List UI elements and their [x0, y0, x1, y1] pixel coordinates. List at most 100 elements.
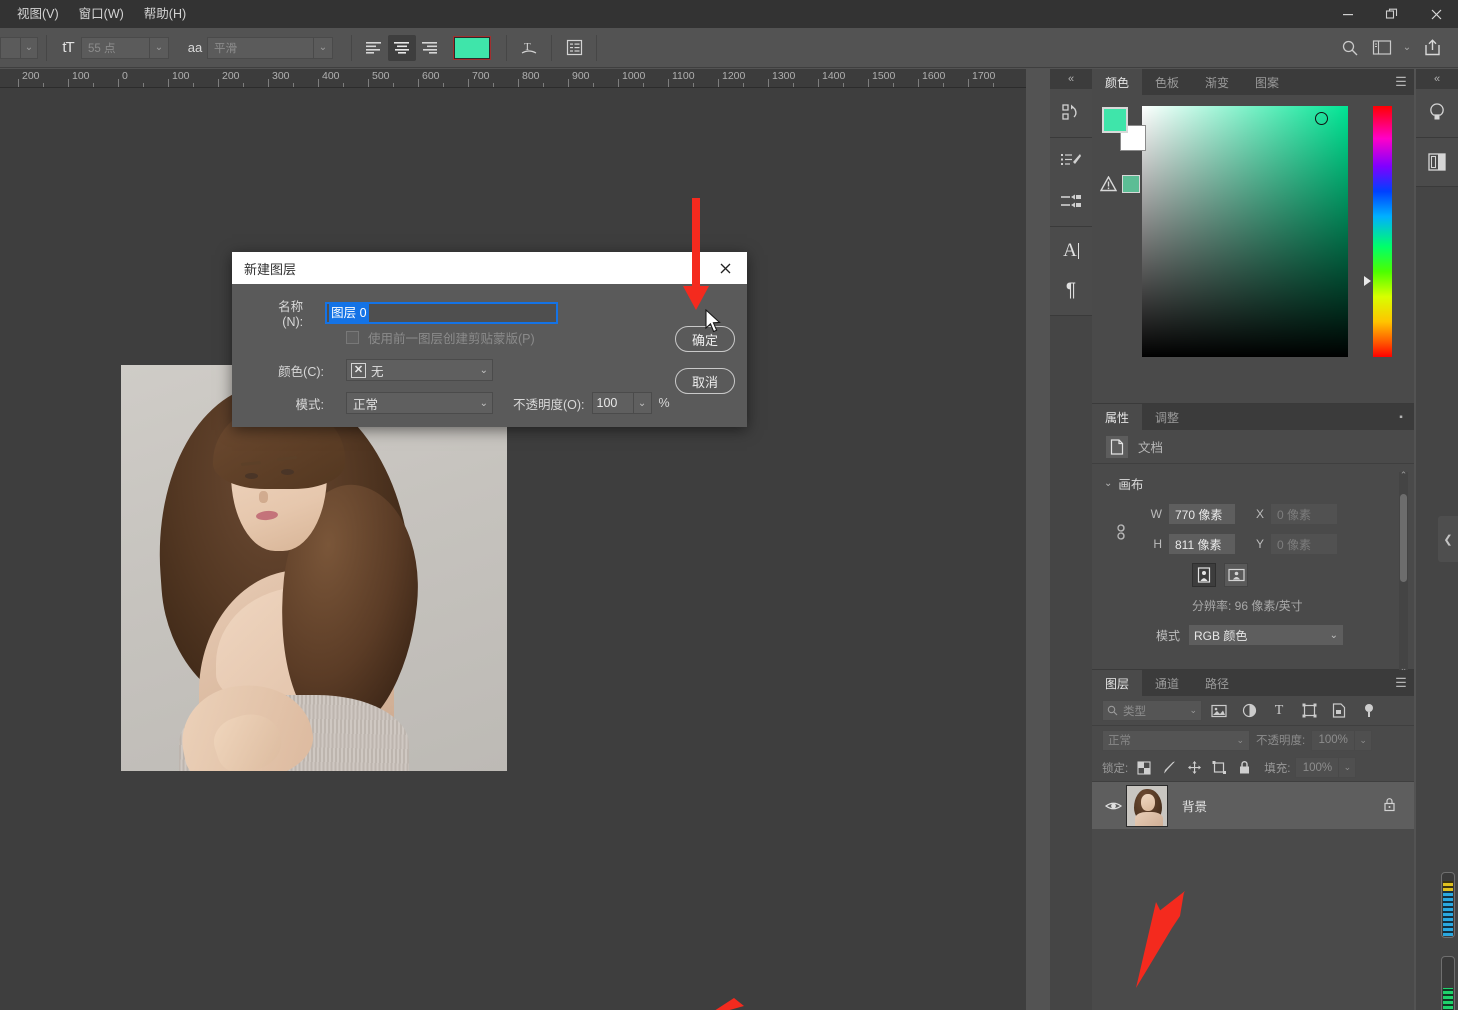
layer-locked-icon[interactable]	[1383, 797, 1396, 815]
libraries-icon[interactable]	[1416, 142, 1458, 182]
layer-blend-mode-select[interactable]: 正常 ⌄	[1102, 730, 1250, 751]
tab-layers[interactable]: 图层	[1092, 670, 1142, 696]
in-gamut-swatch[interactable]	[1122, 175, 1140, 193]
chevron-down-icon[interactable]: ⌄	[20, 37, 38, 59]
search-icon[interactable]	[1336, 35, 1364, 61]
tab-adjustments[interactable]: 调整	[1142, 404, 1192, 430]
chevron-down-icon[interactable]: ⌄	[313, 37, 333, 59]
landscape-orientation-button[interactable]	[1224, 563, 1248, 587]
align-center-button[interactable]	[388, 35, 416, 61]
chevron-down-icon[interactable]: ⌄	[149, 37, 169, 59]
layer-filter-select[interactable]: 类型 ⌄	[1102, 700, 1202, 721]
antialias-combo[interactable]: 平滑 ⌄	[207, 37, 333, 59]
canvas-section-header[interactable]: ⌄ 画布	[1092, 474, 1414, 493]
canvas-area[interactable]	[0, 88, 1026, 1010]
collapse-panels-icon[interactable]: «	[1050, 69, 1092, 89]
filter-shape-icon[interactable]	[1296, 700, 1322, 722]
panel-menu-icon[interactable]: ▪	[1388, 404, 1414, 430]
minimize-button[interactable]	[1326, 0, 1370, 28]
portrait-orientation-button[interactable]	[1192, 563, 1216, 587]
hue-slider-handle[interactable]	[1364, 276, 1371, 286]
menu-view[interactable]: 视图(V)	[8, 3, 68, 25]
tab-gradients[interactable]: 渐变	[1192, 69, 1242, 95]
ok-button[interactable]: 确定	[675, 326, 735, 352]
workspace-icon[interactable]	[1368, 35, 1396, 61]
layer-list-empty-area[interactable]	[1092, 830, 1414, 940]
filter-type-icon[interactable]: T	[1266, 700, 1292, 722]
character-panel-icon[interactable]: A	[1050, 231, 1092, 271]
color-field[interactable]	[1142, 106, 1348, 357]
lock-image-icon[interactable]	[1158, 757, 1180, 779]
close-icon[interactable]	[709, 254, 741, 282]
eye-icon[interactable]	[1100, 800, 1126, 812]
filter-pixel-icon[interactable]	[1206, 700, 1232, 722]
ok-button-label: 确定	[692, 330, 718, 349]
filter-adjustment-icon[interactable]	[1236, 700, 1262, 722]
tab-properties[interactable]: 属性	[1092, 404, 1142, 430]
font-style-combo[interactable]: ⌄	[0, 37, 38, 59]
color-mode-select[interactable]: RGB 颜色 ⌄	[1188, 624, 1344, 646]
lock-all-icon[interactable]	[1233, 757, 1255, 779]
text-color-swatch[interactable]	[454, 37, 490, 59]
clipping-mask-checkbox[interactable]	[346, 331, 359, 344]
blend-mode-select[interactable]: 正常 ⌄	[346, 392, 493, 414]
cancel-button[interactable]: 取消	[675, 368, 735, 394]
tab-swatches[interactable]: 色板	[1142, 69, 1192, 95]
chevron-down-icon[interactable]: ⌄	[1400, 35, 1414, 61]
expand-panel-button[interactable]: ❮	[1438, 516, 1458, 562]
toggle-character-panel-icon[interactable]	[560, 35, 588, 61]
hue-slider[interactable]	[1373, 106, 1392, 357]
dialog-title-bar[interactable]: 新建图层	[232, 252, 747, 284]
filter-smart-object-icon[interactable]	[1326, 700, 1352, 722]
history-icon[interactable]	[1050, 93, 1092, 133]
scroll-up-icon[interactable]: ⌃	[1399, 470, 1408, 481]
height-row: H 811 像素 Y 0 像素	[1114, 533, 1414, 555]
align-right-button[interactable]	[416, 35, 444, 61]
layer-color-select[interactable]: ✕ 无 ⌄	[346, 359, 493, 381]
tab-patterns[interactable]: 图案	[1242, 69, 1292, 95]
layer-fill-input[interactable]: 100%	[1295, 757, 1339, 778]
layer-thumbnail[interactable]	[1126, 785, 1168, 827]
panel-menu-icon[interactable]: ☰	[1388, 670, 1414, 696]
warp-text-icon[interactable]: T	[515, 35, 543, 61]
clipping-mask-row[interactable]: 使用前一图层创建剪贴蒙版(P)	[346, 328, 535, 347]
close-button[interactable]	[1414, 0, 1458, 28]
align-left-button[interactable]	[360, 35, 388, 61]
lock-artboard-icon[interactable]	[1208, 757, 1230, 779]
properties-scrollbar[interactable]: ⌃ ⌄	[1399, 472, 1408, 672]
panel-menu-icon[interactable]: ☰	[1388, 69, 1414, 95]
canvas-width-input[interactable]: 770 像素	[1168, 503, 1236, 525]
font-size-combo[interactable]: 55 点 ⌄	[81, 37, 169, 59]
layer-list-item[interactable]: 背景	[1092, 782, 1414, 830]
tab-paths[interactable]: 路径	[1192, 670, 1242, 696]
menu-window[interactable]: 窗口(W)	[70, 3, 133, 25]
horizontal-ruler[interactable]: 200 100 0 100 200 300 400 500 600 700 80…	[0, 69, 1026, 88]
brush-settings-icon[interactable]	[1050, 182, 1092, 222]
link-dimensions-icon[interactable]	[1114, 521, 1128, 546]
opacity-stepper[interactable]: ⌄	[634, 392, 652, 414]
canvas-height-input[interactable]: 811 像素	[1168, 533, 1236, 555]
menu-help[interactable]: 帮助(H)	[135, 3, 195, 25]
tab-color[interactable]: 颜色	[1092, 69, 1142, 95]
canvas-x-input[interactable]: 0 像素	[1270, 503, 1338, 525]
lock-position-icon[interactable]	[1183, 757, 1205, 779]
scrollbar-thumb[interactable]	[1400, 494, 1407, 582]
restore-button[interactable]	[1370, 0, 1414, 28]
collapse-panels-icon[interactable]: «	[1416, 69, 1458, 89]
layer-opacity-stepper[interactable]: ⌄	[1355, 730, 1372, 751]
brush-presets-icon[interactable]	[1050, 142, 1092, 182]
foreground-color-swatch[interactable]	[1102, 107, 1128, 133]
filter-toggle-icon[interactable]	[1356, 700, 1382, 722]
color-picker-ring[interactable]	[1315, 112, 1328, 125]
paragraph-panel-icon[interactable]: ¶	[1050, 271, 1092, 311]
opacity-input[interactable]: 100	[592, 392, 634, 414]
lock-transparency-icon[interactable]	[1133, 757, 1155, 779]
layer-opacity-input[interactable]: 100%	[1311, 730, 1355, 751]
layer-fill-stepper[interactable]: ⌄	[1339, 757, 1356, 778]
title-bar: 视图(V) 窗口(W) 帮助(H)	[0, 0, 1458, 28]
share-icon[interactable]	[1418, 35, 1446, 61]
tab-channels[interactable]: 通道	[1142, 670, 1192, 696]
layer-name-input[interactable]: 图层 0	[325, 302, 558, 324]
learn-bulb-icon[interactable]	[1416, 93, 1458, 133]
canvas-y-input[interactable]: 0 像素	[1270, 533, 1338, 555]
